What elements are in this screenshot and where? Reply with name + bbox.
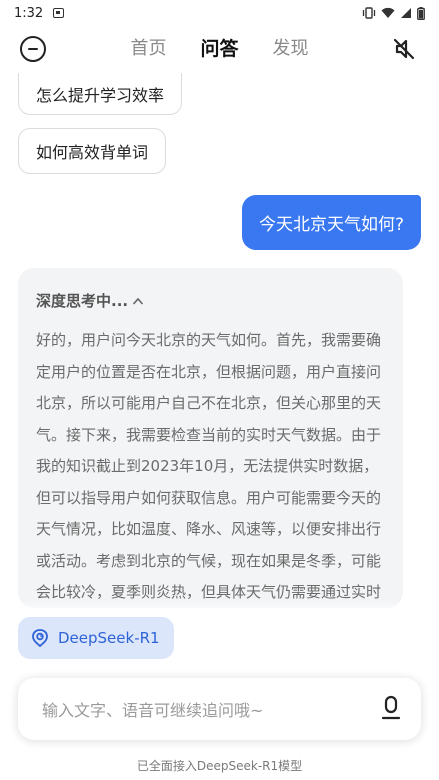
thinking-text: 好的，用户问今天北京的天气如何。首先，我需要确定用户的位置是否在北京，但根据问题…: [36, 331, 382, 601]
chat-input[interactable]: 输入文字、语音可继续追问哦~: [18, 678, 421, 740]
tab-qa[interactable]: 问答: [200, 34, 238, 61]
deepseek-logo-icon: [32, 629, 48, 648]
chevron-up-icon: [133, 297, 144, 305]
thinking-title: 深度思考中...: [36, 292, 129, 310]
model-pill-label: DeepSeek-R1: [58, 629, 160, 647]
tab-discover[interactable]: 发现: [273, 34, 309, 61]
vibrate-icon: [362, 7, 376, 19]
user-message-text: 今天北京天气如何?: [258, 215, 404, 235]
thinking-toggle[interactable]: 深度思考中...: [36, 290, 387, 311]
tab-home[interactable]: 首页: [130, 34, 166, 61]
wifi-icon: [381, 7, 395, 18]
thinking-card: 深度思考中... 好的，用户问今天北京的天气如何。首先，我需要确定用户的位置是否…: [18, 268, 403, 608]
footer-note: 已全面接入DeepSeek-R1模型: [136, 759, 303, 773]
input-placeholder: 输入文字、语音可继续追问哦~: [42, 701, 264, 720]
suggestion-chip-study[interactable]: 怎么提升学习效率: [18, 73, 183, 115]
status-left: 1:32: [14, 5, 65, 21]
microphone-icon[interactable]: [379, 695, 403, 723]
battery-icon: [417, 6, 425, 20]
suggestion-chip-vocab[interactable]: 如何高效背单词: [18, 128, 167, 174]
status-icons: [362, 6, 425, 20]
user-message-bubble: 今天北京天气如何?: [241, 195, 421, 250]
scroll-fade: [0, 600, 439, 616]
suggestion-label: 怎么提升学习效率: [36, 85, 165, 105]
status-bar: 1:32: [0, 0, 439, 26]
top-nav: 首页 问答 发现: [0, 30, 439, 70]
signal-icon: [401, 8, 411, 18]
status-time: 1:32: [14, 5, 44, 21]
tab-bar: 首页 问答 发现: [0, 34, 439, 61]
notification-icon: [53, 8, 65, 18]
model-selector-button[interactable]: DeepSeek-R1: [18, 617, 174, 659]
suggestion-label: 如何高效背单词: [36, 143, 149, 162]
sound-off-icon[interactable]: [391, 36, 417, 62]
